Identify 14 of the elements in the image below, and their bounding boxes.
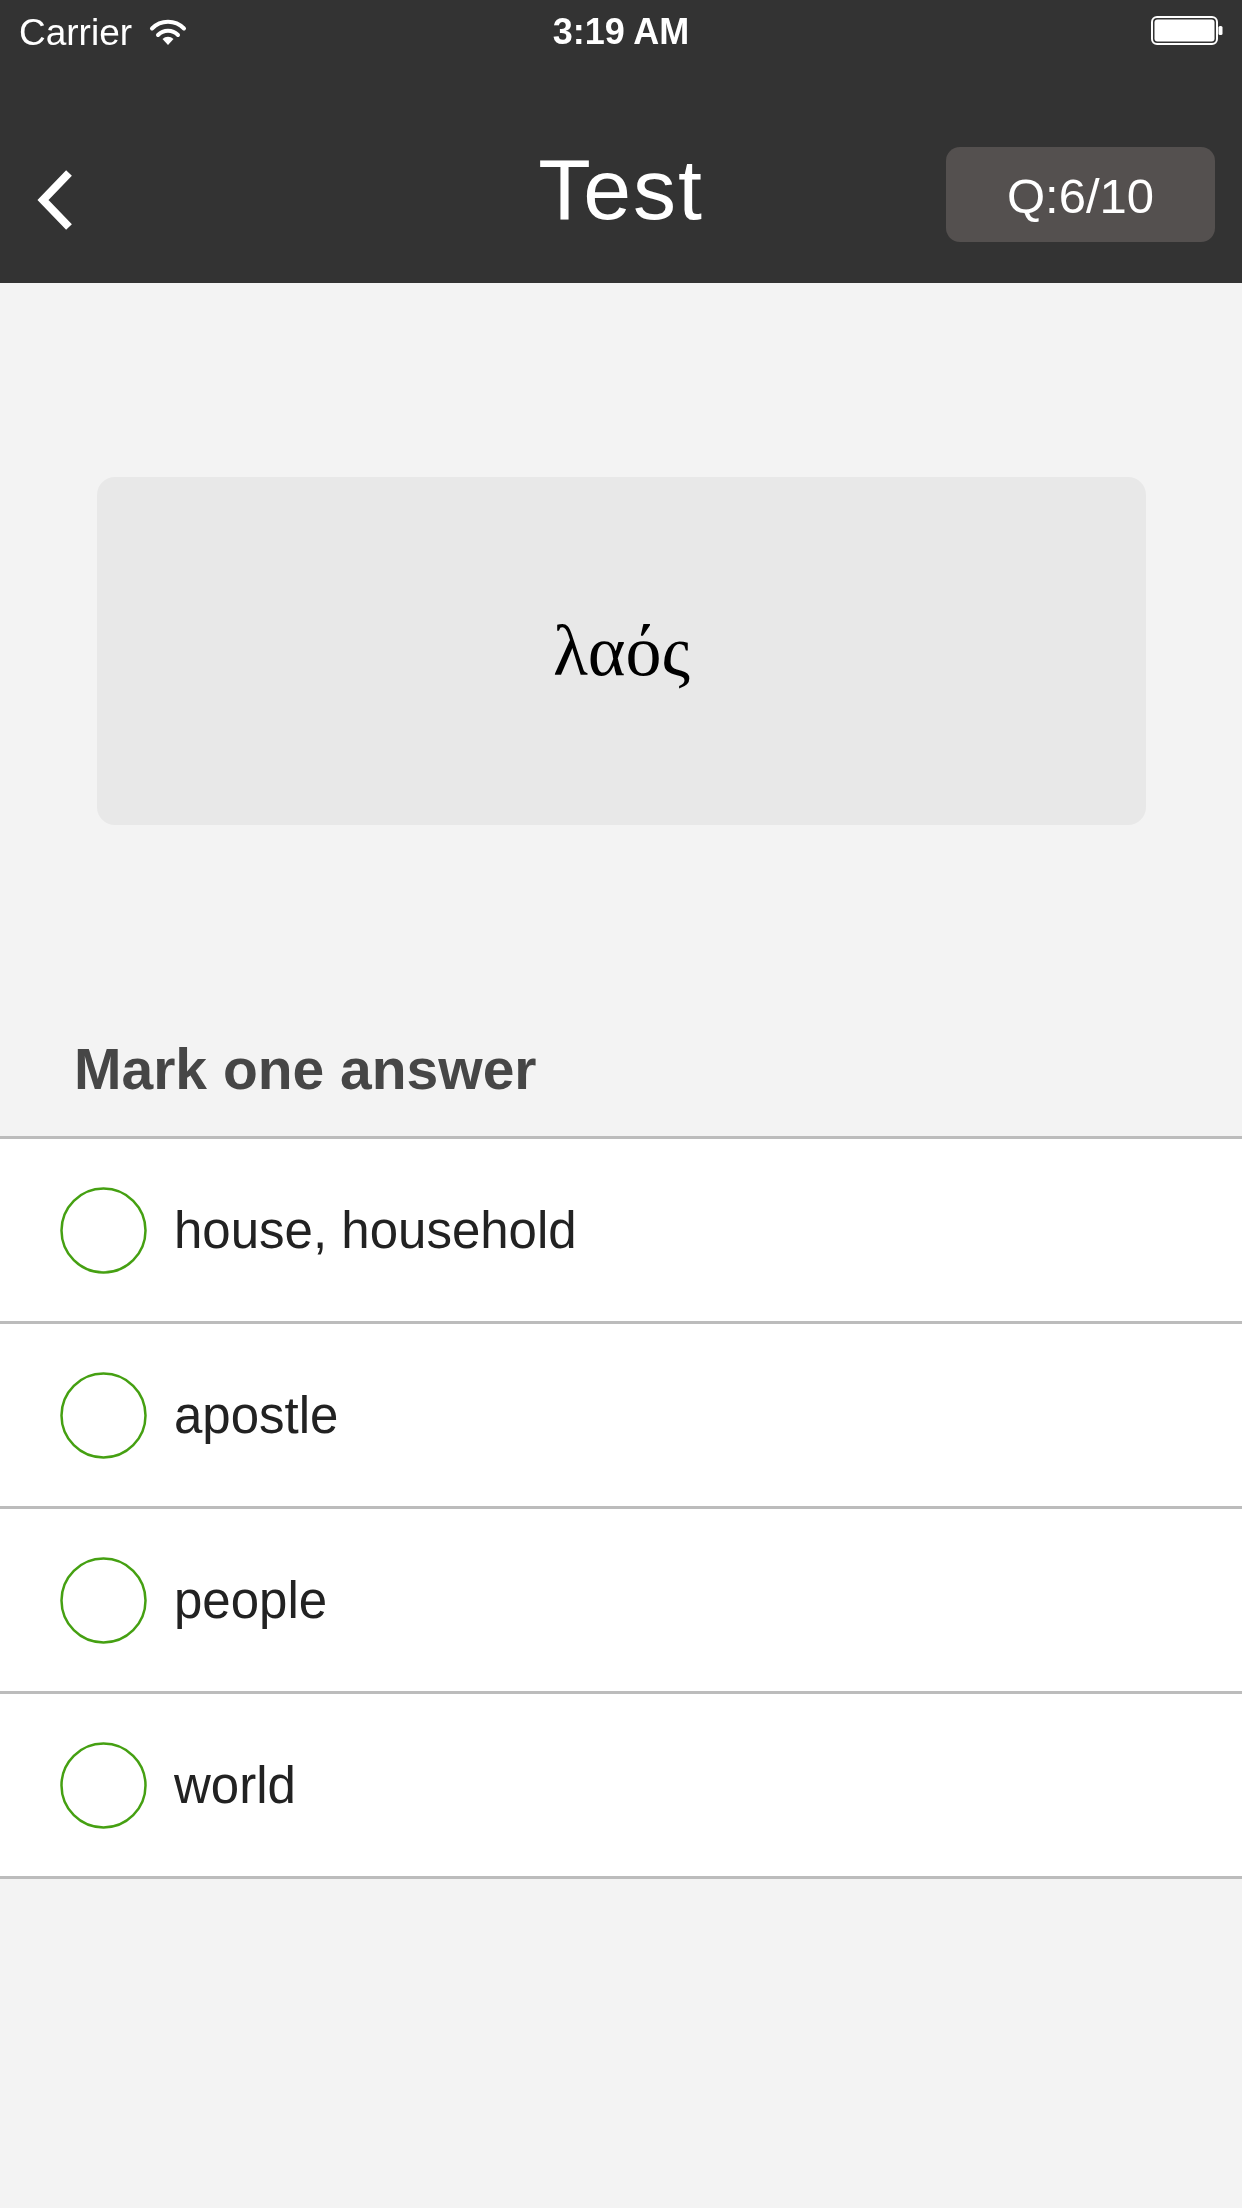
answer-option[interactable]: world [0, 1694, 1242, 1879]
instruction-heading: Mark one answer [74, 1036, 538, 1103]
battery-icon [1151, 16, 1223, 45]
answer-option[interactable]: house, household [0, 1139, 1242, 1324]
answer-option[interactable]: apostle [0, 1324, 1242, 1509]
answer-option[interactable]: people [0, 1509, 1242, 1694]
answer-label: house, household [174, 1204, 577, 1256]
screen-title: Test [538, 145, 704, 232]
carrier-label: Carrier [19, 13, 133, 51]
wifi-icon [149, 18, 188, 46]
answer-label: world [174, 1759, 296, 1811]
clock-time: 3:19 AM [552, 14, 690, 50]
question-word: λαός [552, 615, 691, 687]
question-counter-badge: Q:6/10 [946, 147, 1215, 242]
